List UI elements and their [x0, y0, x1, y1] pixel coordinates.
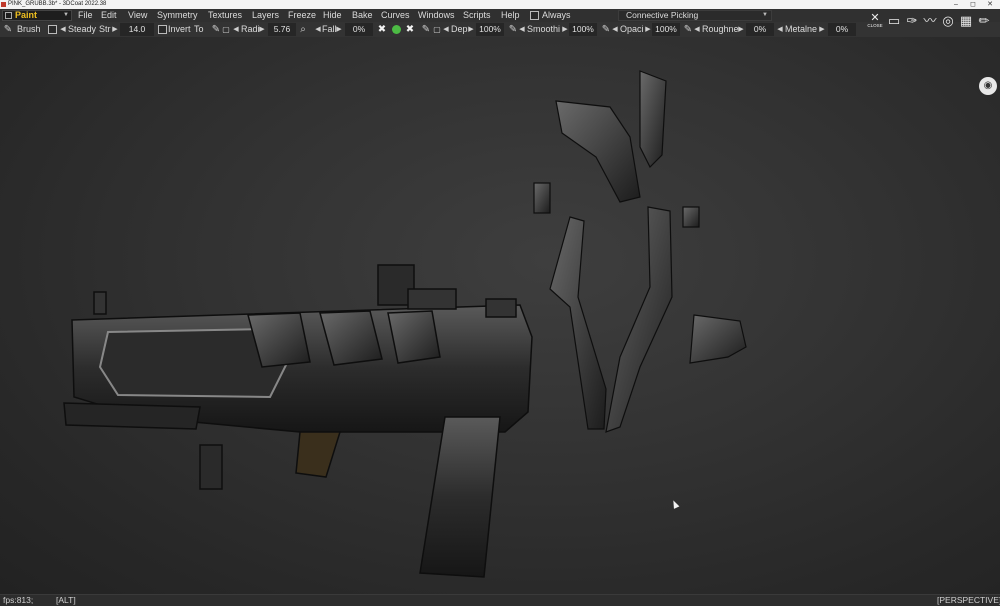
- always-label: Always: [542, 10, 571, 20]
- steady-checkbox[interactable]: [48, 25, 57, 34]
- roughness-value[interactable]: 0%: [746, 23, 774, 36]
- camera-icon[interactable]: ◉: [979, 77, 997, 95]
- str-value[interactable]: 14.0: [120, 23, 154, 36]
- steady-label: Steady: [68, 24, 97, 34]
- menu-textures[interactable]: Textures: [208, 9, 242, 22]
- close-x-icon[interactable]: ✖: [405, 24, 415, 35]
- to-label: To: [194, 24, 204, 34]
- pen-pressure-icon[interactable]: ✎: [508, 24, 518, 35]
- status-bar: fps:813; [ALT] [PERSPECTIVE]: [0, 594, 1000, 606]
- tool-options-bar: ✎ Brush ◀ Steady Str ▶ 14.0 Invert To ✎ …: [0, 22, 1000, 37]
- paint-room-icon: [5, 12, 12, 19]
- pressure-toggle-icon[interactable]: ▢: [433, 24, 441, 35]
- picking-mode-value: Connective Picking: [626, 10, 699, 20]
- menu-bake[interactable]: Bake: [352, 9, 373, 22]
- arrow-left-icon[interactable]: ◀: [777, 24, 783, 35]
- opacity-label: Opaci: [620, 24, 644, 34]
- radius-value[interactable]: 5.76: [268, 23, 296, 36]
- radius-label: Radi: [241, 24, 260, 34]
- window-title: PINK_GRUBB.3b* - 3DCoat 2022.38: [8, 1, 107, 7]
- rectangle-select-icon[interactable]: ▭: [886, 12, 902, 30]
- metalness-value[interactable]: 0%: [828, 23, 856, 36]
- projection-mode[interactable]: [PERSPECTIVE]: [937, 595, 1000, 606]
- chevron-down-icon: ▼: [762, 12, 768, 18]
- paint-mode-icon[interactable]: ✑: [904, 12, 920, 30]
- menu-help[interactable]: Help: [501, 9, 520, 22]
- picking-mode-dropdown[interactable]: Connective Picking ▼: [618, 10, 772, 21]
- close-x-icon: ✕: [870, 12, 880, 24]
- room-selector[interactable]: Paint ▼: [2, 10, 72, 21]
- pen-pressure-icon[interactable]: ✎: [211, 24, 221, 35]
- roughness-label: Roughne: [702, 24, 739, 34]
- pressure-toggle-icon[interactable]: ▢: [222, 24, 230, 35]
- arrow-right-icon[interactable]: ▶: [112, 24, 118, 35]
- smooth-label: Smoothi: [527, 24, 561, 34]
- smooth-value[interactable]: 100%: [569, 23, 597, 36]
- app-icon: [1, 2, 6, 7]
- invert-label: Invert: [168, 24, 191, 34]
- arrow-left-icon[interactable]: ◀: [60, 24, 66, 35]
- fps-counter: fps:813;: [3, 595, 34, 605]
- modifier-key-indicator: [ALT]: [56, 595, 76, 605]
- maximize-button[interactable]: ◻: [965, 0, 981, 9]
- menu-layers[interactable]: Layers: [252, 9, 279, 22]
- room-name: Paint: [15, 10, 38, 20]
- menu-bar: Paint ▼ File Edit View Symmetry Textures…: [0, 9, 1000, 22]
- invert-checkbox[interactable]: [158, 25, 167, 34]
- arrow-right-icon[interactable]: ▶: [645, 24, 651, 35]
- arrow-right-icon[interactable]: ▶: [336, 24, 342, 35]
- falloff-value[interactable]: 0%: [345, 23, 373, 36]
- minimize-button[interactable]: –: [948, 0, 964, 9]
- menu-curves[interactable]: Curves: [381, 9, 410, 22]
- window-title-bar: PINK_GRUBB.3b* - 3DCoat 2022.38 – ◻ ✕: [0, 0, 1000, 9]
- arrow-right-icon[interactable]: ▶: [259, 24, 265, 35]
- magnifier-icon[interactable]: ⌕: [298, 24, 308, 35]
- brush-label[interactable]: Brush: [17, 23, 41, 36]
- menu-symmetry[interactable]: Symmetry: [157, 9, 198, 22]
- arrow-left-icon[interactable]: ◀: [233, 24, 239, 35]
- depth-label: Dep: [451, 24, 468, 34]
- brush-icon: ✎: [3, 24, 13, 35]
- metalness-label: Metalne: [785, 24, 818, 34]
- menu-edit[interactable]: Edit: [101, 9, 117, 22]
- arrow-left-icon[interactable]: ◀: [315, 24, 321, 35]
- close-tool-label: CLOSE: [867, 23, 883, 28]
- menu-scripts[interactable]: Scripts: [463, 9, 491, 22]
- arrow-left-icon[interactable]: ◀: [694, 24, 700, 35]
- menu-view[interactable]: View: [128, 9, 147, 22]
- checker-pattern-icon[interactable]: ▦: [958, 12, 974, 30]
- weapon-model-render: [63, 70, 747, 578]
- close-tool-button[interactable]: ✕ CLOSE: [866, 13, 884, 30]
- menu-windows[interactable]: Windows: [418, 9, 455, 22]
- falloff-label: Fall: [322, 24, 337, 34]
- close-x-icon[interactable]: ✖: [377, 24, 387, 35]
- always-checkbox[interactable]: [530, 11, 539, 20]
- stroke-mode-icon[interactable]: 〰: [922, 12, 938, 30]
- depth-value[interactable]: 100%: [476, 23, 504, 36]
- menu-hide[interactable]: Hide: [323, 9, 342, 22]
- arrow-right-icon[interactable]: ▶: [738, 24, 744, 35]
- arrow-left-icon[interactable]: ◀: [612, 24, 618, 35]
- menu-file[interactable]: File: [78, 9, 93, 22]
- menu-freeze[interactable]: Freeze: [288, 9, 316, 22]
- arrow-right-icon[interactable]: ▶: [819, 24, 825, 35]
- str-label: Str: [99, 24, 111, 34]
- exploded-parts: [533, 70, 747, 433]
- chevron-down-icon: ▼: [63, 12, 69, 18]
- pencil-icon[interactable]: ✏: [976, 12, 992, 30]
- close-window-button[interactable]: ✕: [982, 0, 998, 9]
- arrow-right-icon[interactable]: ▶: [468, 24, 474, 35]
- pen-pressure-icon[interactable]: ✎: [421, 24, 431, 35]
- arrow-left-icon[interactable]: ◀: [443, 24, 449, 35]
- arrow-left-icon[interactable]: ◀: [519, 24, 525, 35]
- green-dot-icon[interactable]: [392, 25, 401, 34]
- spiral-stroke-icon[interactable]: ◎: [940, 12, 956, 30]
- gun-body: [63, 264, 533, 578]
- pen-pressure-icon[interactable]: ✎: [683, 24, 693, 35]
- 3d-viewport[interactable]: ◉: [0, 37, 1000, 594]
- opacity-value[interactable]: 100%: [652, 23, 680, 36]
- pen-pressure-icon[interactable]: ✎: [601, 24, 611, 35]
- arrow-right-icon[interactable]: ▶: [562, 24, 568, 35]
